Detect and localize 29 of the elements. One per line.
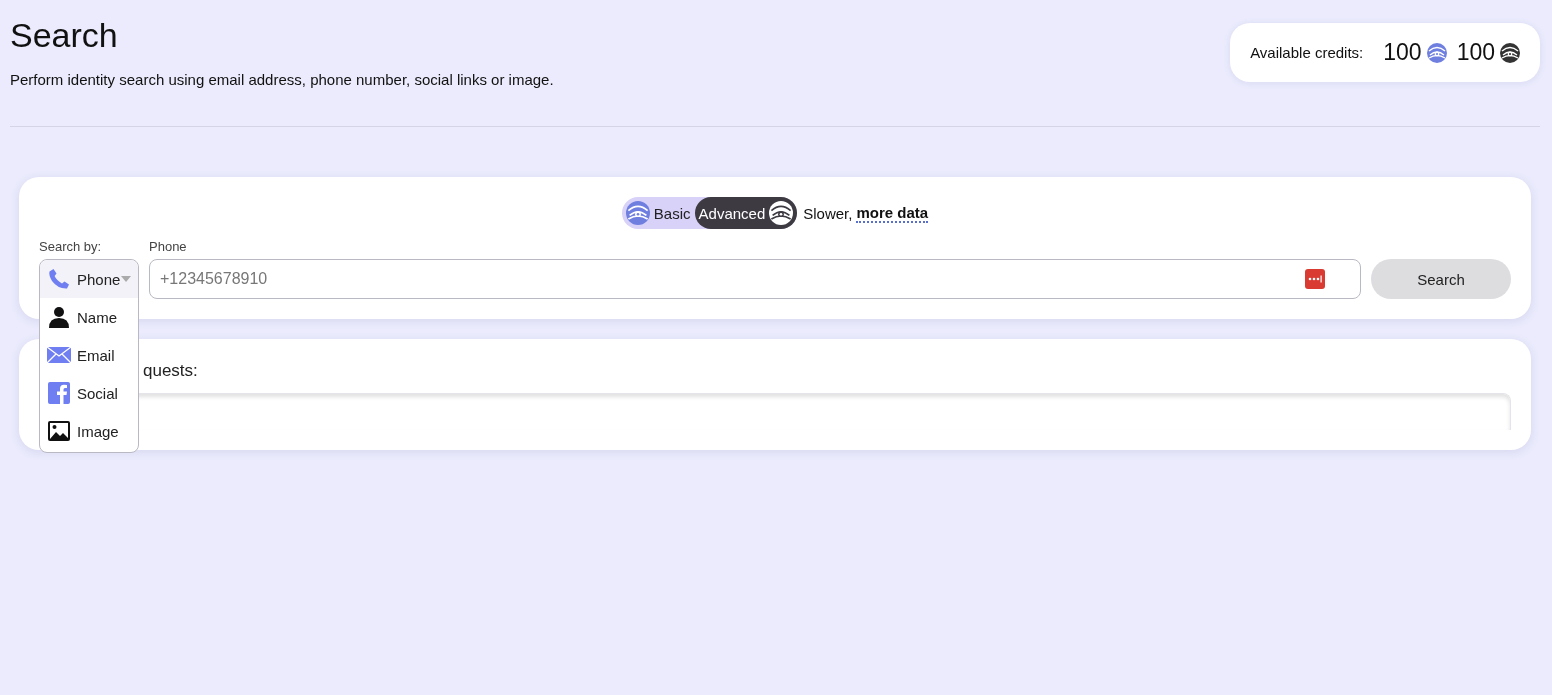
search-button[interactable]: Search <box>1371 259 1511 299</box>
page-title: Search <box>10 16 119 55</box>
dropdown-item[interactable]: Phone <box>40 260 138 298</box>
page-subtitle: Perform identity search using email address, phone number, social links or image. <box>10 71 554 88</box>
phone-input-field[interactable]: +12345678910 <box>149 259 1361 299</box>
dots-icon[interactable] <box>1305 269 1325 289</box>
mode-note: Slower, <box>803 204 853 222</box>
phone-icon <box>47 267 71 291</box>
eye-badge-icon <box>625 201 650 225</box>
dropdown-item[interactable]: Social <box>40 374 138 412</box>
more-data-link[interactable]: more data <box>856 203 929 223</box>
field-label: Phone <box>149 239 188 255</box>
field-label: Search by: <box>39 239 103 255</box>
caret-icon <box>121 276 132 282</box>
credit-amount: 100 <box>1456 39 1495 66</box>
mode-tab[interactable]: Basic <box>621 197 695 229</box>
dropdown-item[interactable]: Name <box>40 298 138 336</box>
credits-label: Available credits: <box>1250 44 1364 61</box>
dropdown-item[interactable]: Email <box>40 336 138 374</box>
f-logo-icon <box>47 381 71 405</box>
credit-amount: 100 <box>1383 39 1422 66</box>
image-icon <box>47 419 71 443</box>
requests-title: quests: <box>142 361 199 381</box>
eye-badge-icon <box>1426 42 1447 63</box>
dropdown-item[interactable]: Image <box>40 412 138 450</box>
person-icon <box>47 305 71 329</box>
eye-badge-icon <box>769 201 794 225</box>
eye-badge-icon <box>1500 42 1520 63</box>
mode-tab[interactable]: Advanced <box>694 197 798 229</box>
